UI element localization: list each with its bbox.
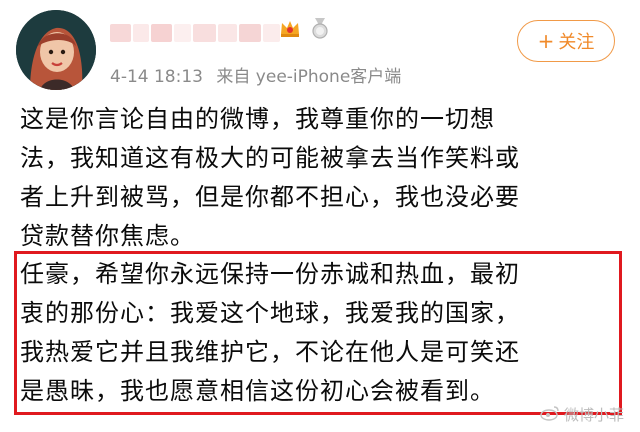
plus-icon: + (537, 29, 555, 53)
watermark-text: 微博小菲 (564, 406, 625, 424)
post-source[interactable]: 来自 yee-iPhone客户端 (216, 67, 401, 87)
avatar-illustration (16, 10, 96, 90)
highlight-line: 衷的那份心：我爱这个地球，我爱我的国家， (20, 299, 520, 327)
weibo-logo-icon (540, 405, 560, 425)
highlight-line: 任豪，希望你永远保持一份赤诚和热血，最初 (20, 260, 520, 288)
username-redacted[interactable] (110, 20, 280, 46)
follow-button[interactable]: + 关注 (517, 20, 615, 62)
post-meta: 4-14 18:13 来自 yee-iPhone客户端 (110, 62, 401, 87)
avatar[interactable] (16, 10, 96, 90)
watermark: 微博小菲 (540, 404, 624, 425)
post-line: 者上升到被骂，但是你都不担心，我也没必要 (20, 183, 520, 211)
post-body: 这是你言论自由的微博，我尊重你的一切想 法，我知道这有极大的可能被拿去当作笑料或… (20, 100, 620, 256)
highlight-line: 是愚昧，我也愿意相信这份初心会被看到。 (20, 377, 495, 405)
crown-icon (278, 16, 302, 40)
post-timestamp: 4-14 18:13 (110, 67, 203, 87)
highlight-line: 我热爱它并且我维护它，不论在他人是可笑还 (20, 338, 520, 366)
highlighted-paragraph: 任豪，希望你永远保持一份赤诚和热血，最初 衷的那份心：我爱这个地球，我爱我的国家… (20, 255, 620, 411)
user-badges (278, 16, 332, 40)
follow-button-label: 关注 (558, 32, 595, 53)
post-line: 法，我知道这有极大的可能被拿去当作笑料或 (20, 144, 520, 172)
post-line: 这是你言论自由的微博，我尊重你的一切想 (20, 105, 495, 133)
medal-icon (308, 16, 332, 40)
